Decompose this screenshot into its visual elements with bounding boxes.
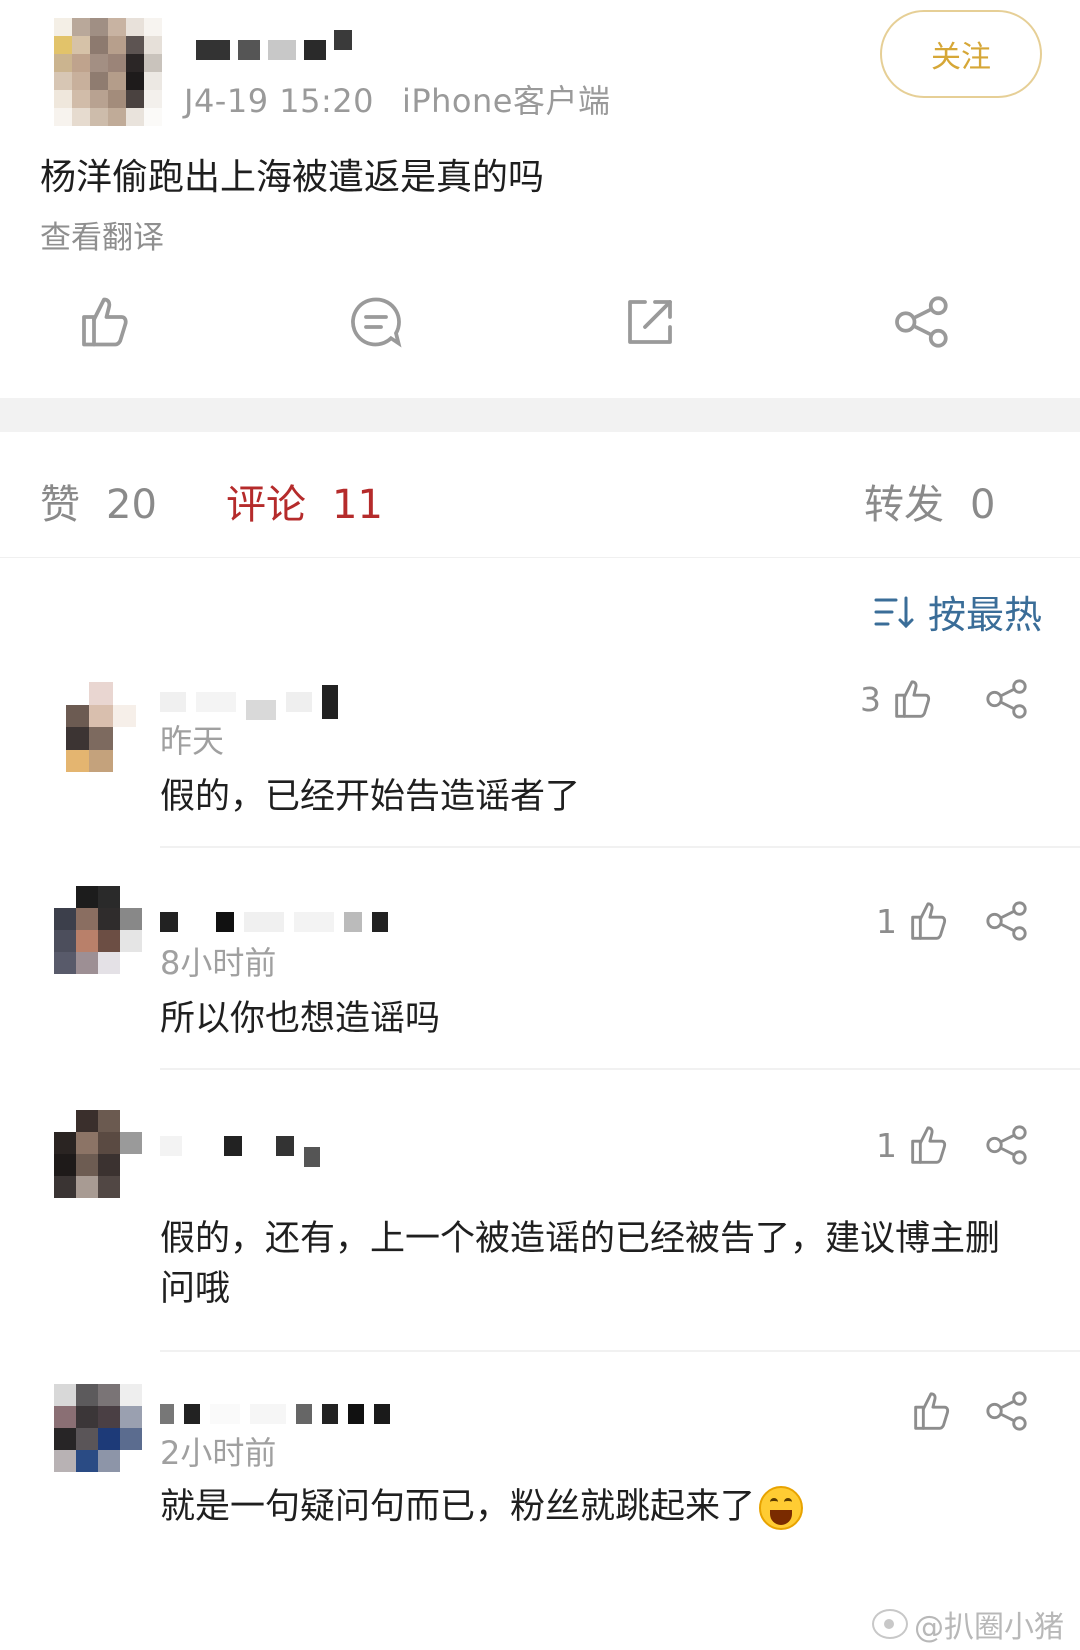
comment-like-count: 3	[860, 679, 881, 719]
comment-like-button[interactable]: 3	[860, 676, 935, 722]
follow-button[interactable]: 关注	[880, 10, 1042, 98]
tab-likes[interactable]: 赞 20	[40, 472, 157, 530]
comment-item: 8小时前 所以你也想造谣吗 1	[0, 886, 1080, 1072]
post-time: J4-19 15:20	[184, 82, 374, 120]
comment-like-button[interactable]: 1	[876, 898, 951, 944]
comment-text-body: 就是一句疑问句而已，粉丝就跳起来了	[160, 1487, 756, 1527]
post-author-avatar[interactable]	[54, 18, 162, 126]
comment-like-button[interactable]	[900, 1388, 954, 1434]
comment-icon[interactable]	[346, 292, 406, 352]
post-meta: J4-19 15:20 iPhone客户端	[184, 76, 610, 122]
comment-like-count: 1	[876, 901, 897, 941]
comment-text: 所以你也想造谣吗	[160, 999, 441, 1039]
comment-avatar[interactable]	[54, 886, 142, 974]
comments-count: 11	[332, 482, 383, 528]
comment-time: 昨天	[160, 722, 225, 760]
comment-avatar[interactable]	[66, 682, 136, 772]
comment-like-button[interactable]: 1	[876, 1122, 951, 1168]
tab-comments[interactable]: 评论 11	[226, 472, 383, 530]
comment-author-name-redacted[interactable]	[160, 1126, 320, 1167]
comment-share-icon[interactable]	[984, 676, 1030, 722]
comment-text: 假的，还有，上一个被造谣的已经被告了，建议博主删问哦	[160, 1219, 1001, 1309]
thumbs-up-icon	[914, 1392, 950, 1430]
comment-avatar[interactable]	[54, 1110, 142, 1198]
sort-by-hot-button[interactable]: 按最热	[874, 584, 1042, 639]
post-action-bar	[0, 292, 1080, 362]
comment-share-icon[interactable]	[984, 1122, 1030, 1168]
thumbs-up-icon	[911, 1126, 947, 1164]
thumbs-up-icon[interactable]	[74, 292, 134, 352]
comment-time: 2小时前	[160, 1434, 277, 1472]
comment-time: 8小时前	[160, 944, 277, 982]
comment-like-count: 1	[876, 1125, 897, 1165]
reposts-count: 0	[970, 482, 996, 528]
view-translation-link[interactable]: 查看翻译	[40, 212, 164, 257]
post-text: 杨洋偷跑出上海被遣返是真的吗	[40, 157, 545, 198]
laughing-emoji-icon	[759, 1486, 804, 1530]
post-card: J4-19 15:20 iPhone客户端 关注 杨洋偷跑出上海被遣返是真的吗 查…	[0, 0, 1080, 398]
sort-icon	[874, 596, 914, 628]
thumbs-up-icon	[911, 902, 947, 940]
sort-label: 按最热	[928, 593, 1043, 637]
comment-share-icon[interactable]	[984, 898, 1030, 944]
reposts-label: 转发	[864, 482, 944, 528]
post-source: iPhone客户端	[401, 82, 611, 120]
weibo-logo-icon	[872, 1609, 908, 1639]
thumbs-up-icon	[895, 680, 931, 718]
section-separator	[0, 398, 1080, 432]
comments-label: 评论	[226, 482, 306, 528]
tab-reposts[interactable]: 转发 0	[864, 472, 995, 530]
repost-icon[interactable]	[620, 292, 680, 352]
comment-divider	[160, 846, 1080, 848]
comment-avatar[interactable]	[54, 1384, 142, 1472]
likes-count: 20	[106, 482, 157, 528]
comment-share-icon[interactable]	[984, 1388, 1030, 1434]
comment-item: 2小时前 就是一句疑问句而已，粉丝就跳起来了	[0, 1384, 1080, 1594]
comment-divider	[160, 1350, 1080, 1352]
comment-item: 昨天 假的，已经开始告造谣者了 3	[0, 664, 1080, 850]
post-author-name-redacted[interactable]	[196, 30, 356, 68]
comment-item: 假的，还有，上一个被造谣的已经被告了，建议博主删问哦 1	[0, 1110, 1080, 1354]
comment-text: 就是一句疑问句而已，粉丝就跳起来了	[160, 1482, 1030, 1532]
watermark-text: @扒圈小猪	[914, 1610, 1064, 1645]
likes-label: 赞	[40, 482, 80, 528]
stats-tab-bar: 赞 20 评论 11 转发 0	[0, 432, 1080, 558]
share-icon[interactable]	[892, 292, 952, 352]
comment-divider	[160, 1068, 1080, 1070]
weibo-watermark: @扒圈小猪	[872, 1602, 1064, 1646]
comment-author-name-redacted[interactable]	[160, 902, 388, 942]
comment-text: 假的，已经开始告造谣者了	[160, 777, 581, 817]
